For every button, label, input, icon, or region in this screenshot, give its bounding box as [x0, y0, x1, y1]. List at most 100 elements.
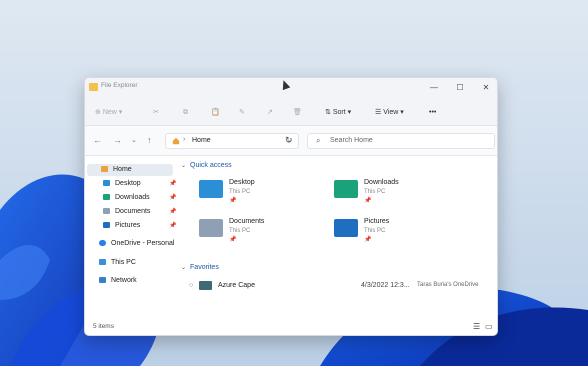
- sync-status-icon: ○: [189, 282, 194, 289]
- sidebar-item-network[interactable]: Network: [99, 275, 137, 287]
- up-arrow-icon[interactable]: ↑: [147, 135, 152, 145]
- view-label: View: [383, 109, 399, 116]
- cloud-icon: [99, 240, 106, 246]
- item-name: Desktop: [229, 179, 255, 186]
- delete-icon[interactable]: 🗑: [293, 106, 302, 119]
- status-bar: 5 items ☰ ▭: [85, 318, 497, 335]
- item-name: Downloads: [364, 179, 399, 186]
- sort-label: Sort: [332, 109, 346, 116]
- home-icon: [101, 166, 108, 172]
- close-button[interactable]: ✕: [473, 80, 497, 95]
- sidebar-item-pictures[interactable]: Pictures: [103, 220, 140, 232]
- search-icon: ⌕: [316, 136, 321, 145]
- item-name: Pictures: [364, 218, 390, 225]
- pin-icon: 📌: [364, 237, 372, 243]
- window-title: File Explorer: [101, 82, 138, 89]
- sidebar-item-desktop[interactable]: Desktop: [103, 178, 141, 190]
- item-name: Azure Cape: [218, 282, 255, 289]
- sidebar-item-label: Pictures: [115, 222, 141, 229]
- breadcrumb-path: Home: [192, 137, 211, 144]
- network-icon: [99, 277, 106, 283]
- address-bar[interactable]: › Home ⌄: [165, 133, 299, 149]
- sidebar-item-label: This PC: [111, 259, 136, 266]
- item-location: This PC: [229, 189, 251, 195]
- folder-icon: [89, 83, 98, 91]
- pin-icon: 📌: [169, 223, 177, 229]
- quick-access-item-pictures[interactable]: Pictures This PC 📌: [334, 215, 474, 247]
- back-arrow-icon[interactable]: ←: [93, 135, 102, 145]
- quick-access-item-documents[interactable]: Documents This PC 📌: [199, 215, 339, 247]
- pictures-folder-icon: [334, 219, 358, 237]
- new-button[interactable]: ⊕ New ▾: [95, 106, 122, 119]
- forward-arrow-icon[interactable]: →: [113, 135, 122, 145]
- share-icon[interactable]: ↗: [267, 106, 273, 119]
- image-thumbnail-icon: [199, 281, 212, 290]
- pin-icon: 📌: [169, 195, 177, 201]
- item-name: Documents: [229, 218, 265, 225]
- quick-access-item-downloads[interactable]: Downloads This PC 📌: [334, 176, 474, 208]
- collapse-chevron-icon: ⌄: [181, 163, 187, 169]
- title-bar[interactable]: File Explorer — ☐ ✕: [85, 78, 497, 98]
- sidebar-item-label: Network: [111, 277, 137, 284]
- sidebar-item-onedrive[interactable]: OneDrive - Personal: [99, 238, 175, 250]
- sort-button[interactable]: ⇅ Sort ▾: [325, 106, 351, 119]
- quick-access-header[interactable]: ⌄ Quick access: [181, 162, 232, 169]
- pin-icon: 📌: [364, 198, 372, 204]
- home-icon: [172, 137, 180, 145]
- details-view-icon[interactable]: ☰: [473, 322, 480, 331]
- pin-icon: 📌: [229, 198, 237, 204]
- section-title: Favorites: [190, 264, 219, 271]
- item-location: This PC: [364, 189, 386, 195]
- downloads-folder-icon: [103, 194, 110, 200]
- new-label: New: [102, 109, 117, 116]
- list-item[interactable]: ○ Azure Cape 4/3/2022 12:3... Taras Buri…: [177, 280, 497, 294]
- sidebar-item-downloads[interactable]: Downloads: [103, 192, 150, 204]
- desktop-folder-icon: [199, 180, 223, 198]
- quick-access-item-desktop[interactable]: Desktop This PC 📌: [199, 176, 339, 208]
- section-title: Quick access: [190, 162, 232, 169]
- sidebar-item-home[interactable]: Home: [87, 164, 173, 176]
- copy-icon[interactable]: ⧉: [183, 106, 188, 119]
- item-date: 4/3/2022 12:3...: [361, 282, 410, 289]
- refresh-icon[interactable]: ↻: [285, 135, 293, 146]
- sidebar-item-label: Home: [113, 166, 132, 173]
- sidebar-item-label: Desktop: [115, 180, 141, 187]
- view-button[interactable]: ☰ View ▾: [375, 106, 404, 119]
- search-input[interactable]: ⌕ Search Home: [307, 133, 495, 149]
- collapse-chevron-icon: ⌄: [181, 265, 187, 271]
- downloads-folder-icon: [334, 180, 358, 198]
- pin-icon: 📌: [229, 237, 237, 243]
- command-bar: ⊕ New ▾ ✂ ⧉ 📋 ✎ ↗ 🗑 ⇅ Sort ▾ ☰ View ▾ ••…: [85, 98, 497, 126]
- sidebar-item-this-pc[interactable]: This PC: [99, 257, 136, 269]
- pin-icon: 📌: [169, 209, 177, 215]
- maximize-button[interactable]: ☐: [447, 80, 473, 95]
- sidebar-item-label: Documents: [115, 208, 151, 215]
- file-explorer-window: File Explorer — ☐ ✕ ⊕ New ▾ ✂ ⧉ 📋 ✎ ↗ 🗑 …: [84, 77, 498, 336]
- minimize-button[interactable]: —: [421, 80, 447, 95]
- sidebar-item-label: OneDrive - Personal: [111, 240, 175, 247]
- pin-icon: 📌: [169, 181, 177, 187]
- recent-chevron-icon[interactable]: ⌄: [131, 136, 137, 144]
- sidebar-item-documents[interactable]: Documents: [103, 206, 150, 218]
- content-pane: ⌄ Quick access Desktop This PC 📌 Download…: [177, 156, 497, 318]
- pictures-folder-icon: [103, 222, 110, 228]
- desktop-folder-icon: [103, 180, 110, 186]
- paste-icon[interactable]: 📋: [211, 106, 220, 119]
- navigation-pane: Home Desktop 📌 Downloads 📌 Documents 📌 P…: [85, 156, 177, 318]
- item-location: This PC: [229, 228, 251, 234]
- tiles-view-icon[interactable]: ▭: [485, 322, 493, 331]
- computer-icon: [99, 259, 106, 265]
- sidebar-item-label: Downloads: [115, 194, 150, 201]
- documents-folder-icon: [103, 208, 110, 214]
- breadcrumb-chevron-icon: ›: [183, 136, 186, 143]
- search-placeholder: Search Home: [330, 137, 373, 144]
- item-location: Taras Buria's OneDrive: [417, 282, 479, 288]
- documents-folder-icon: [199, 219, 223, 237]
- item-location: This PC: [364, 228, 386, 234]
- item-count: 5 items: [93, 323, 114, 330]
- rename-icon[interactable]: ✎: [239, 106, 245, 119]
- favorites-header[interactable]: ⌄ Favorites: [181, 264, 219, 271]
- more-options-button[interactable]: •••: [429, 106, 436, 119]
- cut-icon[interactable]: ✂: [153, 106, 159, 119]
- address-row: ← → ⌄ ↑ › Home ⌄ ↻ ⌕ Search Home: [85, 126, 497, 156]
